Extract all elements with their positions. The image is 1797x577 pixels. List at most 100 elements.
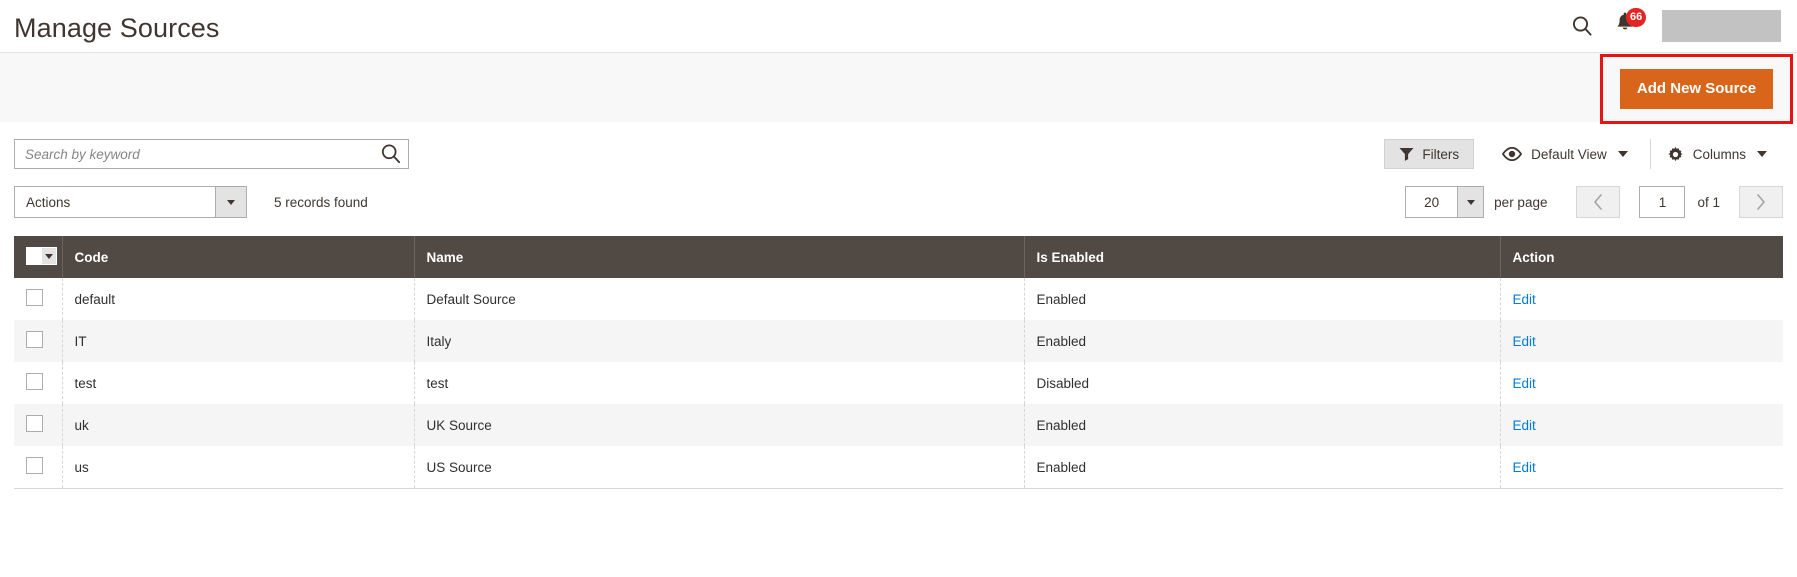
view-label: Default View (1531, 146, 1607, 162)
cell-is-enabled: Enabled (1024, 320, 1501, 362)
cell-is-enabled: Disabled (1024, 362, 1501, 404)
chevron-down-icon (227, 199, 235, 205)
select-all-dropdown[interactable] (42, 248, 56, 264)
cell-code: test (62, 362, 415, 404)
view-bookmarks-control[interactable]: Default View (1486, 139, 1644, 169)
edit-link[interactable]: Edit (1513, 334, 1536, 349)
cell-action: Edit (1500, 404, 1783, 446)
add-new-source-button[interactable]: Add New Source (1619, 69, 1774, 109)
cell-name: Default Source (414, 278, 1025, 320)
per-page-dropdown-arrow (1457, 187, 1484, 217)
cell-code: IT (62, 320, 415, 362)
cell-action: Edit (1500, 362, 1783, 404)
row-checkbox[interactable] (26, 457, 43, 474)
column-header-select-all[interactable] (14, 236, 63, 278)
row-select-cell (14, 446, 63, 489)
search-icon-glyph (1572, 16, 1592, 36)
chevron-down-icon (1466, 199, 1475, 205)
records-found-label: 5 records found (274, 194, 368, 210)
row-select-cell (14, 320, 63, 362)
chevron-left-icon (1594, 194, 1603, 210)
page-actions-bar: Add New Source (0, 52, 1797, 124)
actions-dropdown-arrow (215, 187, 246, 217)
sources-grid: Code Name Is Enabled Action default Defa… (14, 236, 1783, 489)
search-input[interactable] (14, 139, 409, 169)
cell-name: UK Source (414, 404, 1025, 446)
column-header-action: Action (1500, 236, 1783, 278)
cell-code: us (62, 446, 415, 489)
page-header: Manage Sources 66 (0, 0, 1797, 52)
total-pages-label: of 1 (1697, 194, 1720, 210)
grid-header-row: Code Name Is Enabled Action (14, 236, 1783, 278)
toolbar-row-search: Filters Default View Columns (14, 139, 1783, 169)
table-row[interactable]: uk UK Source Enabled Edit (14, 404, 1783, 446)
eye-icon (1502, 147, 1523, 161)
row-select-cell (14, 404, 63, 446)
grid-toolbar: Filters Default View Columns (0, 123, 1797, 218)
toolbar-controls: Filters Default View Columns (1384, 139, 1783, 169)
grid-body: default Default Source Enabled Edit IT I… (14, 278, 1783, 489)
select-all-control[interactable] (26, 247, 57, 265)
row-checkbox[interactable] (26, 289, 43, 306)
cell-action: Edit (1500, 320, 1783, 362)
select-all-checkbox[interactable] (27, 248, 42, 264)
cell-name: Italy (414, 320, 1025, 362)
cell-action: Edit (1500, 446, 1783, 489)
per-page-value: 20 (1424, 194, 1440, 210)
cell-action: Edit (1500, 278, 1783, 320)
cell-name: test (414, 362, 1025, 404)
table-row[interactable]: test test Disabled Edit (14, 362, 1783, 404)
column-header-is-enabled[interactable]: Is Enabled (1024, 236, 1501, 278)
row-checkbox[interactable] (26, 373, 43, 390)
gear-icon (1668, 146, 1683, 161)
table-row[interactable]: default Default Source Enabled Edit (14, 278, 1783, 320)
page-title: Manage Sources (14, 12, 220, 43)
chevron-right-icon (1757, 194, 1765, 210)
funnel-icon (1399, 148, 1414, 161)
column-header-code[interactable]: Code (62, 236, 415, 278)
actions-dropdown[interactable]: Actions (14, 186, 247, 218)
search-icon-glyph (381, 144, 401, 164)
pagination: 20 per page of 1 (1405, 186, 1783, 218)
notifications-button[interactable]: 66 (1614, 8, 1647, 40)
sources-grid-wrapper: Code Name Is Enabled Action default Defa… (0, 218, 1797, 489)
per-page-label: per page (1494, 194, 1548, 210)
row-select-cell (14, 278, 63, 320)
toolbar-row-actions: Actions 5 records found 20 per page of 1 (14, 186, 1783, 218)
columns-control[interactable]: Columns (1649, 139, 1783, 169)
cell-code: uk (62, 404, 415, 446)
search-submit-icon[interactable] (379, 142, 403, 166)
previous-page-button[interactable] (1576, 186, 1621, 218)
cell-is-enabled: Enabled (1024, 446, 1501, 489)
per-page-dropdown[interactable]: 20 (1405, 186, 1485, 218)
row-checkbox[interactable] (26, 415, 43, 432)
table-row[interactable]: IT Italy Enabled Edit (14, 320, 1783, 362)
column-header-name[interactable]: Name (414, 236, 1025, 278)
cell-is-enabled: Enabled (1024, 278, 1501, 320)
next-page-button[interactable] (1739, 186, 1783, 218)
chevron-down-icon (45, 253, 53, 259)
edit-link[interactable]: Edit (1513, 460, 1536, 475)
add-new-source-highlight: Add New Source (1600, 54, 1793, 124)
edit-link[interactable]: Edit (1513, 418, 1536, 433)
filters-button[interactable]: Filters (1384, 139, 1475, 169)
edit-link[interactable]: Edit (1513, 376, 1536, 391)
user-account-area[interactable] (1662, 10, 1781, 42)
table-row[interactable]: us US Source Enabled Edit (14, 446, 1783, 489)
cell-code: default (62, 278, 415, 320)
cell-name: US Source (414, 446, 1025, 489)
row-select-cell (14, 362, 63, 404)
chevron-down-icon (1617, 151, 1628, 157)
row-checkbox[interactable] (26, 331, 43, 348)
edit-link[interactable]: Edit (1513, 292, 1536, 307)
page-number-input[interactable] (1639, 186, 1686, 218)
chevron-down-icon (1757, 151, 1767, 157)
search-by-keyword (14, 139, 409, 169)
actions-label: Actions (26, 194, 71, 210)
grid-header: Code Name Is Enabled Action (14, 236, 1783, 278)
header-actions: 66 (1568, 8, 1783, 42)
cell-is-enabled: Enabled (1024, 404, 1501, 446)
filters-label: Filters (1422, 146, 1460, 162)
search-icon[interactable] (1568, 12, 1596, 40)
notifications-badge: 66 (1626, 8, 1647, 27)
